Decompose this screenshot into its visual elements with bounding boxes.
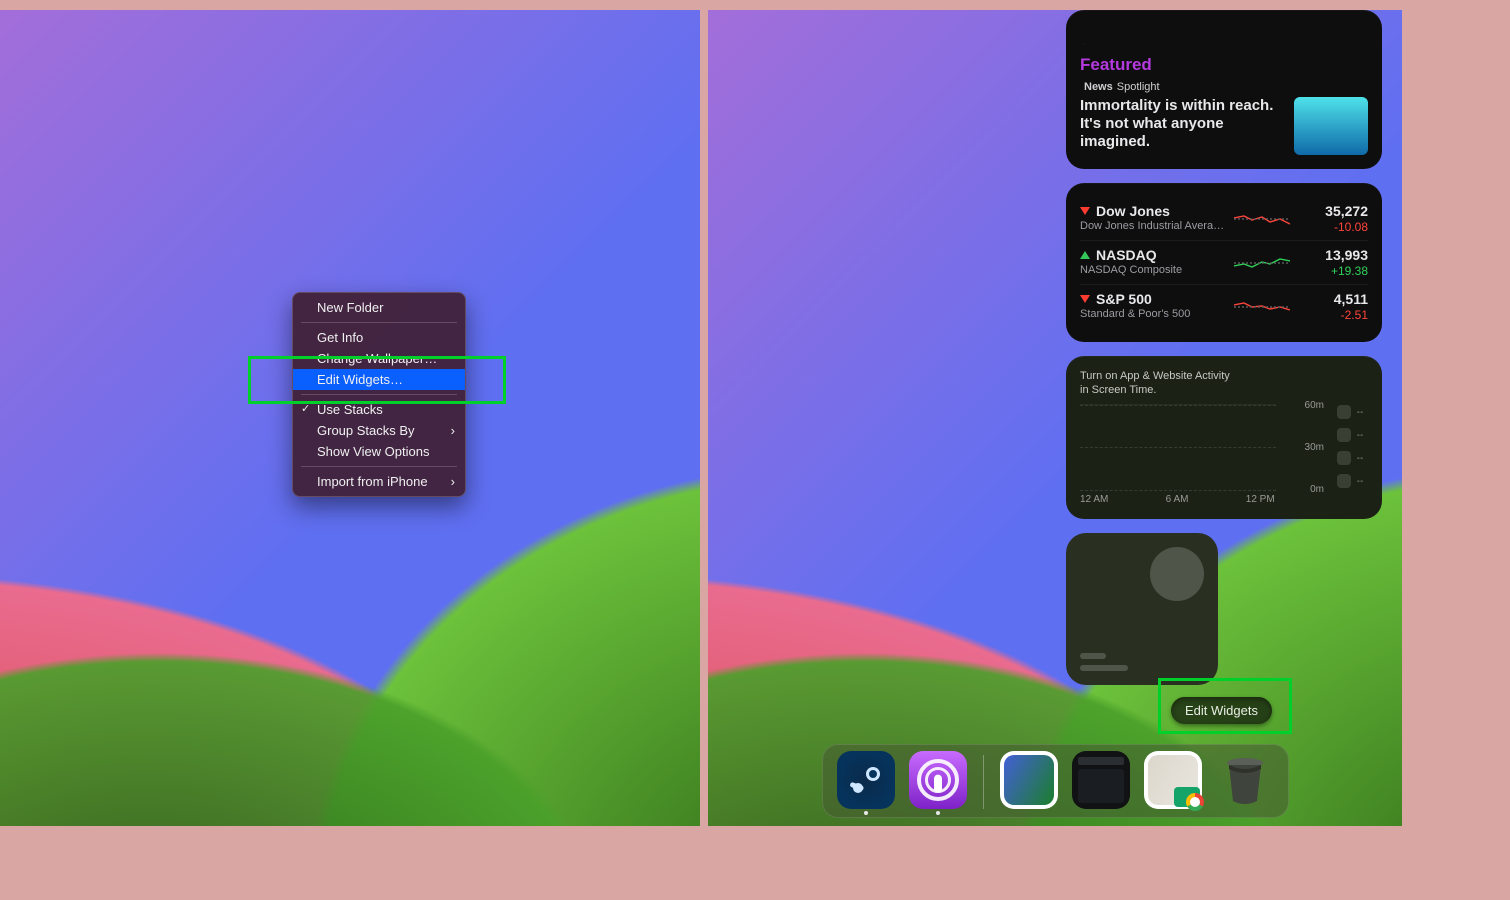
trash-icon xyxy=(1216,751,1274,809)
stock-price: 35,272 xyxy=(1296,203,1368,219)
stock-change: +19.38 xyxy=(1296,264,1368,278)
stock-row-dow[interactable]: Dow Jones Dow Jones Industrial Avera… 35… xyxy=(1080,197,1368,240)
screentime-legend-dots: -- -- -- -- xyxy=(1332,404,1368,490)
ctx-new-folder[interactable]: New Folder xyxy=(293,297,465,318)
screentime-graph xyxy=(1080,404,1276,490)
stock-desc: Standard & Poor's 500 xyxy=(1080,308,1228,320)
arrow-down-icon xyxy=(1080,295,1090,303)
dock-app-podcasts[interactable] xyxy=(909,751,967,809)
ctx-separator xyxy=(301,466,457,467)
screenshot-icon xyxy=(1004,755,1054,805)
dock-divider xyxy=(983,755,984,809)
steam-icon xyxy=(846,760,886,800)
ctx-separator xyxy=(301,322,457,323)
sparkline-icon xyxy=(1234,250,1290,276)
news-featured-label: Featured xyxy=(1080,55,1368,75)
news-thumbnail xyxy=(1294,97,1368,155)
placeholder-widget[interactable] xyxy=(1066,533,1218,685)
dock-thumb-desktop[interactable] xyxy=(1144,751,1202,809)
ctx-import-from-iphone[interactable]: Import from iPhone xyxy=(293,471,465,492)
dock-trash[interactable] xyxy=(1216,751,1274,809)
placeholder-line xyxy=(1080,653,1106,659)
stock-change: -2.51 xyxy=(1296,308,1368,322)
arrow-down-icon xyxy=(1080,207,1090,215)
dock-thumb-screenshot[interactable] xyxy=(1000,751,1058,809)
left-desktop-pane: New Folder Get Info Change Wallpaper… Ed… xyxy=(0,10,700,826)
stock-row-sp500[interactable]: S&P 500 Standard & Poor's 500 4,511 -2.5… xyxy=(1080,284,1368,328)
stocks-widget[interactable]: Dow Jones Dow Jones Industrial Avera… 35… xyxy=(1066,183,1382,342)
arrow-up-icon xyxy=(1080,251,1090,259)
stock-desc: NASDAQ Composite xyxy=(1080,264,1228,276)
news-source-name: Spotlight xyxy=(1117,81,1160,93)
stock-change: -10.08 xyxy=(1296,220,1368,234)
ctx-use-stacks[interactable]: Use Stacks xyxy=(293,399,465,420)
notification-center-widgets: Featured News Spotlight Immortality is w… xyxy=(1066,10,1382,685)
news-divider xyxy=(1084,44,1085,45)
right-desktop-pane: Featured News Spotlight Immortality is w… xyxy=(708,10,1402,826)
dock-app-steam[interactable] xyxy=(837,751,895,809)
screentime-widget[interactable]: Turn on App & Website Activity in Screen… xyxy=(1066,356,1382,519)
dock-thumb-window[interactable] xyxy=(1072,751,1130,809)
edit-widgets-button[interactable]: Edit Widgets xyxy=(1171,697,1272,724)
dock xyxy=(708,744,1402,818)
ctx-separator xyxy=(301,394,457,395)
ctx-show-view-options[interactable]: Show View Options xyxy=(293,441,465,462)
placeholder-line xyxy=(1080,665,1128,671)
window-icon xyxy=(1078,757,1124,765)
stock-desc: Dow Jones Industrial Avera… xyxy=(1080,220,1228,232)
stock-price: 4,511 xyxy=(1296,291,1368,307)
stock-symbol: Dow Jones xyxy=(1096,203,1170,219)
stock-row-nasdaq[interactable]: NASDAQ NASDAQ Composite 13,993 +19.38 xyxy=(1080,240,1368,284)
stock-price: 13,993 xyxy=(1296,247,1368,263)
ctx-group-stacks-by[interactable]: Group Stacks By xyxy=(293,420,465,441)
sparkline-icon xyxy=(1234,294,1290,320)
news-headline: Immortality is within reach. It's not wh… xyxy=(1080,97,1284,151)
news-source: News Spotlight xyxy=(1080,81,1368,93)
stock-symbol: S&P 500 xyxy=(1096,291,1152,307)
screentime-yaxis: 60m 30m 0m xyxy=(1284,404,1324,490)
ctx-get-info[interactable]: Get Info xyxy=(293,327,465,348)
stock-symbol: NASDAQ xyxy=(1096,247,1157,263)
news-source-prefix: News xyxy=(1084,81,1113,93)
ctx-change-wallpaper[interactable]: Change Wallpaper… xyxy=(293,348,465,369)
chrome-badge-icon xyxy=(1186,793,1204,811)
avatar-icon xyxy=(1150,547,1204,601)
ctx-edit-widgets[interactable]: Edit Widgets… xyxy=(293,369,465,390)
desktop-context-menu: New Folder Get Info Change Wallpaper… Ed… xyxy=(292,292,466,497)
screentime-message: Turn on App & Website Activity in Screen… xyxy=(1080,370,1230,398)
news-widget[interactable]: Featured News Spotlight Immortality is w… xyxy=(1066,10,1382,169)
sparkline-icon xyxy=(1234,206,1290,232)
screentime-xaxis: 12 AM 6 AM 12 PM xyxy=(1080,490,1368,505)
